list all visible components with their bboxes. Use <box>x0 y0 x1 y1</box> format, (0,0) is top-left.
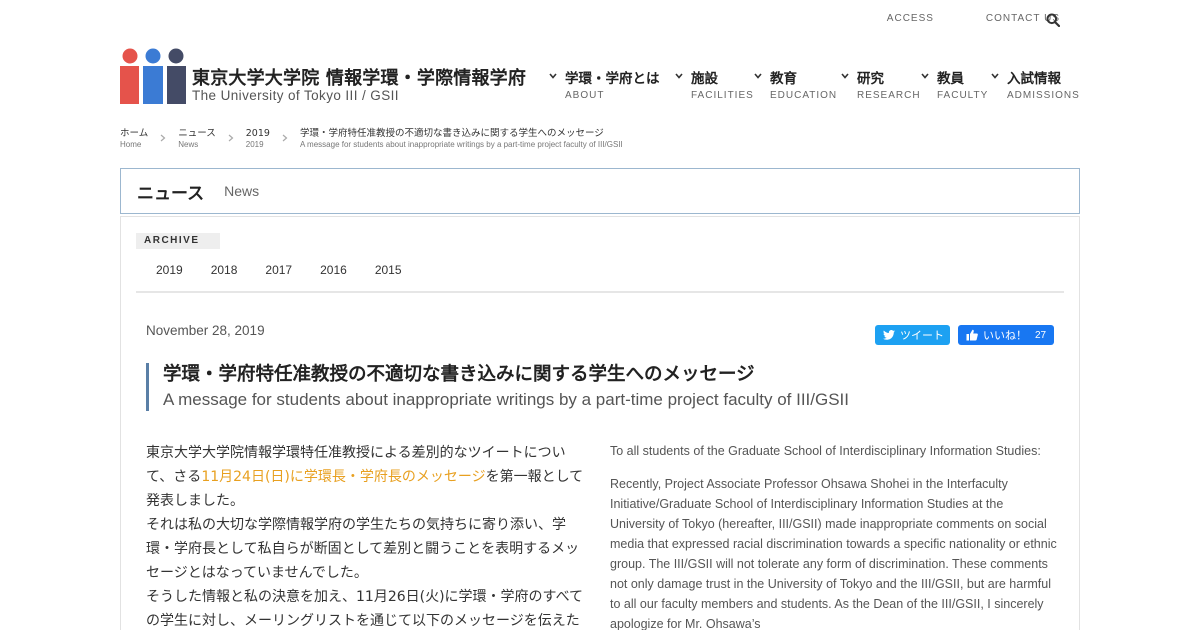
chevron-right-icon <box>148 128 178 142</box>
site-logo[interactable] <box>120 48 186 104</box>
chevron-down-icon <box>841 73 849 79</box>
tweet-label: ツイート <box>900 329 944 342</box>
archive-year-link[interactable]: 2016 <box>320 263 347 277</box>
like-label: いいね！ <box>983 329 1027 342</box>
nav-label-ja: 教員 <box>937 71 964 87</box>
post-title-ja: 学環・学府特任准教授の不適切な書き込みに関する学生へのメッセージ <box>163 364 755 385</box>
utility-nav: ACCESS CONTACT US <box>835 13 1060 24</box>
breadcrumb-label-ja: 学環・学府特任准教授の不適切な書き込みに関する学生へのメッセージ <box>299 128 604 139</box>
tweet-button[interactable]: ツイート <box>875 325 950 345</box>
nav-label-en: FACILITIES <box>691 90 754 101</box>
chevron-right-icon <box>216 128 246 142</box>
search-icon[interactable] <box>1046 13 1060 27</box>
divider <box>136 291 1064 293</box>
chevron-down-icon <box>921 73 929 79</box>
breadcrumb-label-en: A message for students about inappropria… <box>299 140 623 149</box>
post-title-en: A message for students about inappropria… <box>163 390 850 409</box>
paragraph: そうした情報と私の決意を加え、11月26日(火)に学環・学府のすべての学生に対し… <box>146 589 584 629</box>
archive-year-link[interactable]: 2018 <box>211 263 238 277</box>
archive-year-link[interactable]: 2017 <box>265 263 292 277</box>
nav-label-en: ADMISSIONS <box>1007 90 1080 101</box>
post-body-ja: 東京大学大学院情報学環特任准教授による差別的なツイートについて、さる11月24日… <box>146 441 586 630</box>
twitter-bird-icon <box>883 330 895 340</box>
paragraph: 東京大学大学院情報学環特任准教授による差別的なツイートについて、さる11月24日… <box>146 441 586 513</box>
breadcrumb-label-en: 2019 <box>245 140 264 149</box>
nav-label-ja: 施設 <box>691 71 718 87</box>
chevron-down-icon <box>549 73 557 79</box>
nav-label-ja: 学環・学府とは <box>565 71 660 87</box>
post-body-en: To all students of the Graduate School o… <box>610 441 1060 630</box>
post-title: 学環・学府特任准教授の不適切な書き込みに関する学生へのメッセージ A messa… <box>146 363 849 411</box>
breadcrumb-label-ja: 2019 <box>245 128 270 139</box>
section-title-en: News <box>224 183 260 199</box>
breadcrumb-label-ja: ニュース <box>178 128 216 139</box>
section-title-ja: ニュース <box>137 183 205 204</box>
breadcrumb-current: 学環・学府特任准教授の不適切な書き込みに関する学生へのメッセージ A messa… <box>300 128 623 150</box>
archive-label: ARCHIVE <box>136 233 220 249</box>
breadcrumb-label-ja: ホーム <box>120 128 149 139</box>
nav-label-en: ABOUT <box>565 90 605 101</box>
like-count: 27 <box>1035 329 1047 341</box>
access-link[interactable]: ACCESS <box>887 13 934 24</box>
post-date: November 28, 2019 <box>146 323 265 338</box>
chevron-down-icon <box>991 73 999 79</box>
archive-year-list: 2019 2018 2017 2016 2015 <box>156 263 430 277</box>
breadcrumb-home[interactable]: ホーム Home <box>120 128 148 150</box>
thumbs-up-icon <box>966 329 978 341</box>
paragraph: それは私の大切な学際情報学府の学生たちの気持ちに寄り添い、学環・学府長として私自… <box>146 517 580 581</box>
dean-message-link[interactable]: 11月24日(日)に学環長・学府長のメッセージ <box>201 469 485 485</box>
nav-label-ja: 教育 <box>770 71 797 87</box>
nav-label-ja: 研究 <box>857 71 884 87</box>
content-panel: ARCHIVE 2019 2018 2017 2016 2015 Novembe… <box>120 216 1080 630</box>
section-header: ニュース News <box>120 168 1080 214</box>
nav-label-en: FACULTY <box>937 90 989 101</box>
site-name-en[interactable]: The University of Tokyo III / GSII <box>192 88 399 103</box>
breadcrumb-year[interactable]: 2019 2019 <box>246 128 270 150</box>
nav-label-en: EDUCATION <box>770 90 838 101</box>
chevron-right-icon <box>270 128 300 142</box>
breadcrumb-news[interactable]: ニュース News <box>178 128 216 150</box>
archive-year-link[interactable]: 2019 <box>156 263 183 277</box>
chevron-down-icon <box>754 73 762 79</box>
paragraph: Recently, Project Associate Professor Oh… <box>610 477 1057 630</box>
breadcrumb-label-en: Home <box>120 140 142 149</box>
nav-label-ja: 入試情報 <box>1007 71 1061 87</box>
site-name-ja[interactable]: 東京大学大学院 情報学環・学際情報学府 <box>192 64 526 90</box>
like-button[interactable]: いいね！ 27 <box>958 325 1054 345</box>
nav-label-en: RESEARCH <box>857 90 921 101</box>
breadcrumb: ホーム Home ニュース News 2019 2019 学環・学府特任准教授の… <box>120 128 623 150</box>
archive-year-link[interactable]: 2015 <box>375 263 402 277</box>
breadcrumb-label-en: News <box>178 140 199 149</box>
chevron-down-icon <box>675 73 683 79</box>
paragraph: To all students of the Graduate School o… <box>610 444 1041 458</box>
